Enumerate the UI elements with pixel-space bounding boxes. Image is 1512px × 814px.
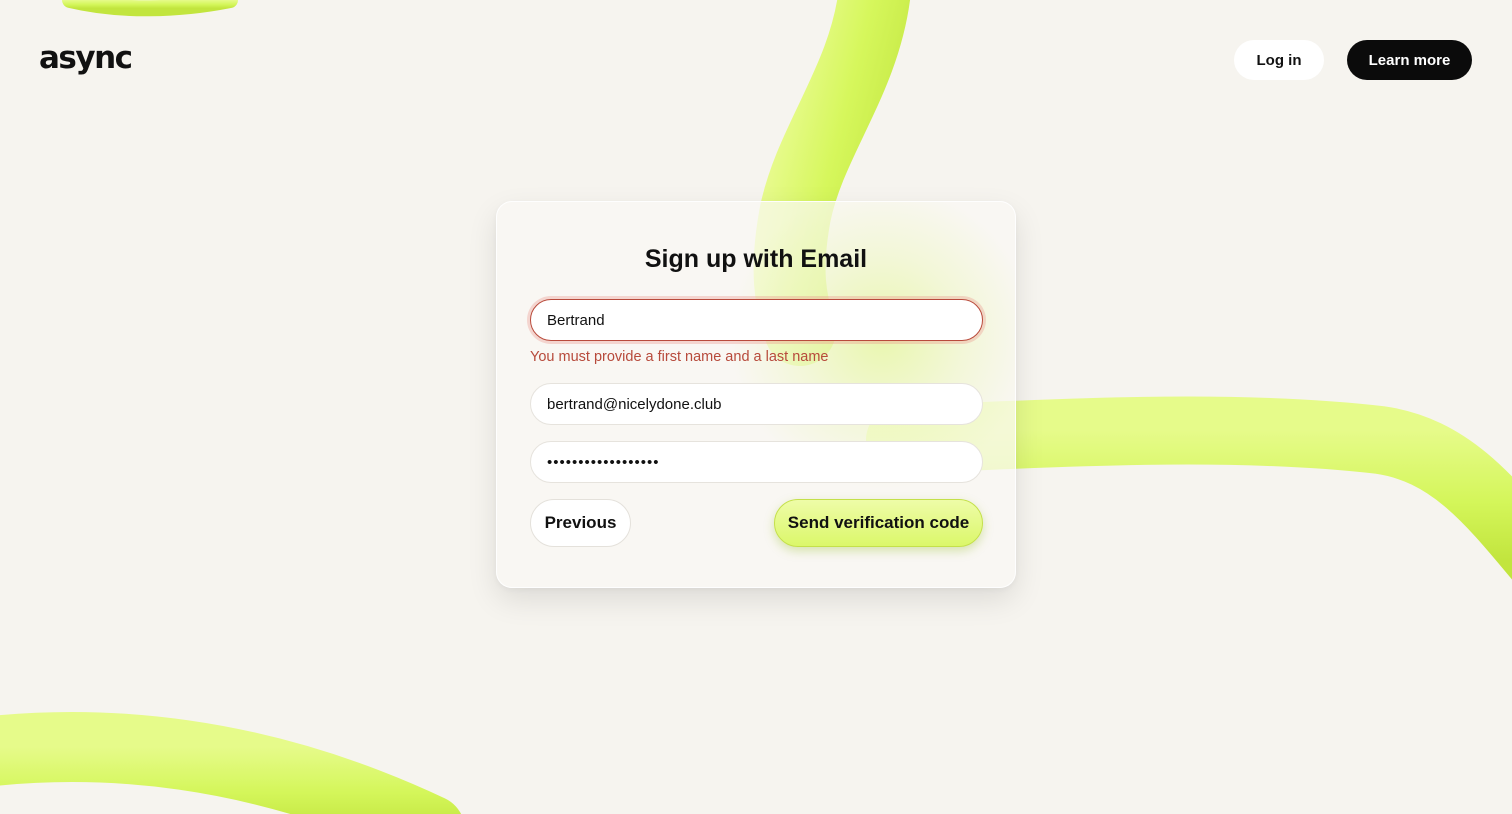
email-input[interactable]	[530, 383, 983, 425]
name-error-message: You must provide a first name and a last…	[530, 349, 829, 365]
learn-more-button[interactable]: Learn more	[1347, 40, 1472, 80]
page: async Log in Learn more Sign up with Ema…	[0, 0, 1512, 814]
previous-button[interactable]: Previous	[530, 499, 631, 547]
password-input[interactable]	[530, 441, 983, 483]
async-logo[interactable]: async	[39, 36, 133, 80]
ribbon-bottom-left	[0, 712, 461, 814]
signup-card: Sign up with Email You must provide a fi…	[496, 201, 1016, 588]
signup-title: Sign up with Email	[644, 245, 868, 273]
send-verification-code-button[interactable]: Send verification code	[774, 499, 983, 547]
login-button[interactable]: Log in	[1234, 40, 1324, 80]
ribbon-top-left	[62, 0, 238, 17]
name-input[interactable]	[530, 299, 983, 341]
